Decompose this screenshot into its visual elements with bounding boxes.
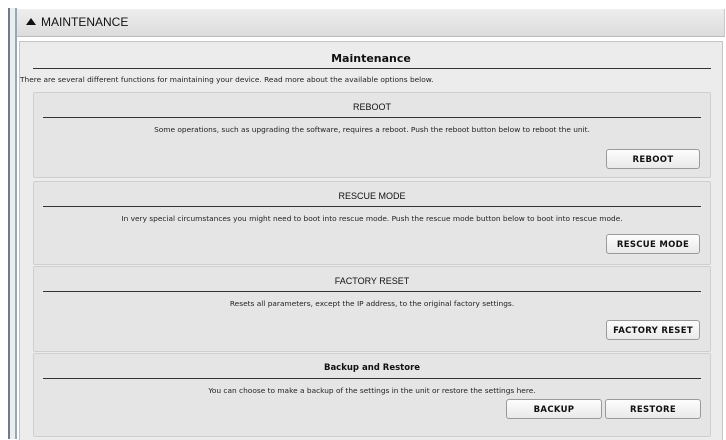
maintenance-panel: Maintenance There are several different … (19, 41, 723, 440)
panel-intro-text: There are several different functions fo… (20, 75, 434, 84)
left-edge-strip (8, 8, 17, 439)
factory-reset-button[interactable]: FACTORY RESET (606, 320, 700, 340)
reboot-section: REBOOT Some operations, such as upgradin… (33, 92, 711, 178)
maintenance-header[interactable]: MAINTENANCE (17, 9, 725, 37)
factory-reset-section-divider (43, 291, 701, 292)
reboot-description: Some operations, such as upgrading the s… (154, 125, 590, 134)
panel-divider (33, 68, 711, 69)
rescue-mode-button[interactable]: RESCUE MODE (606, 234, 700, 254)
page-frame: MAINTENANCE Maintenance There are severa… (0, 0, 726, 440)
reboot-button[interactable]: REBOOT (606, 149, 700, 169)
restore-button[interactable]: RESTORE (605, 399, 701, 419)
maintenance-header-title: MAINTENANCE (41, 15, 129, 29)
factory-reset-section-title: FACTORY RESET (334, 276, 410, 286)
rescue-mode-description: In very special circumstances you might … (121, 214, 623, 223)
rescue-mode-section: RESCUE MODE In very special circumstance… (33, 181, 711, 265)
rescue-mode-section-divider (43, 206, 701, 207)
backup-restore-section: Backup and Restore You can choose to mak… (33, 353, 711, 437)
backup-restore-description: You can choose to make a backup of the s… (208, 386, 536, 395)
factory-reset-description: Resets all parameters, except the IP add… (229, 299, 515, 308)
factory-reset-section: FACTORY RESET Resets all parameters, exc… (33, 266, 711, 352)
backup-button[interactable]: BACKUP (506, 399, 602, 419)
reboot-section-divider (43, 117, 701, 118)
rescue-mode-section-title: RESCUE MODE (338, 191, 406, 201)
reboot-section-title: REBOOT (352, 102, 391, 112)
triangle-up-icon[interactable] (26, 18, 36, 25)
backup-restore-section-divider (43, 378, 701, 379)
panel-title: Maintenance (331, 52, 411, 65)
backup-restore-section-title: Backup and Restore (323, 363, 421, 373)
